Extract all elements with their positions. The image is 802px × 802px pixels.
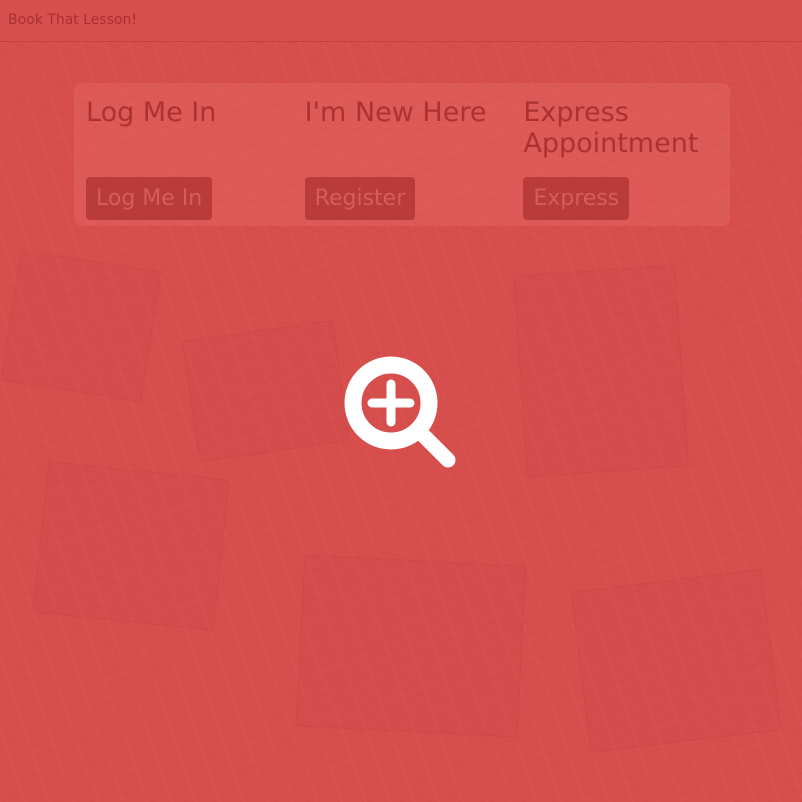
- zoom-in-icon[interactable]: [344, 356, 458, 470]
- page: Book That Lesson! Log Me In Log Me In I'…: [0, 0, 802, 802]
